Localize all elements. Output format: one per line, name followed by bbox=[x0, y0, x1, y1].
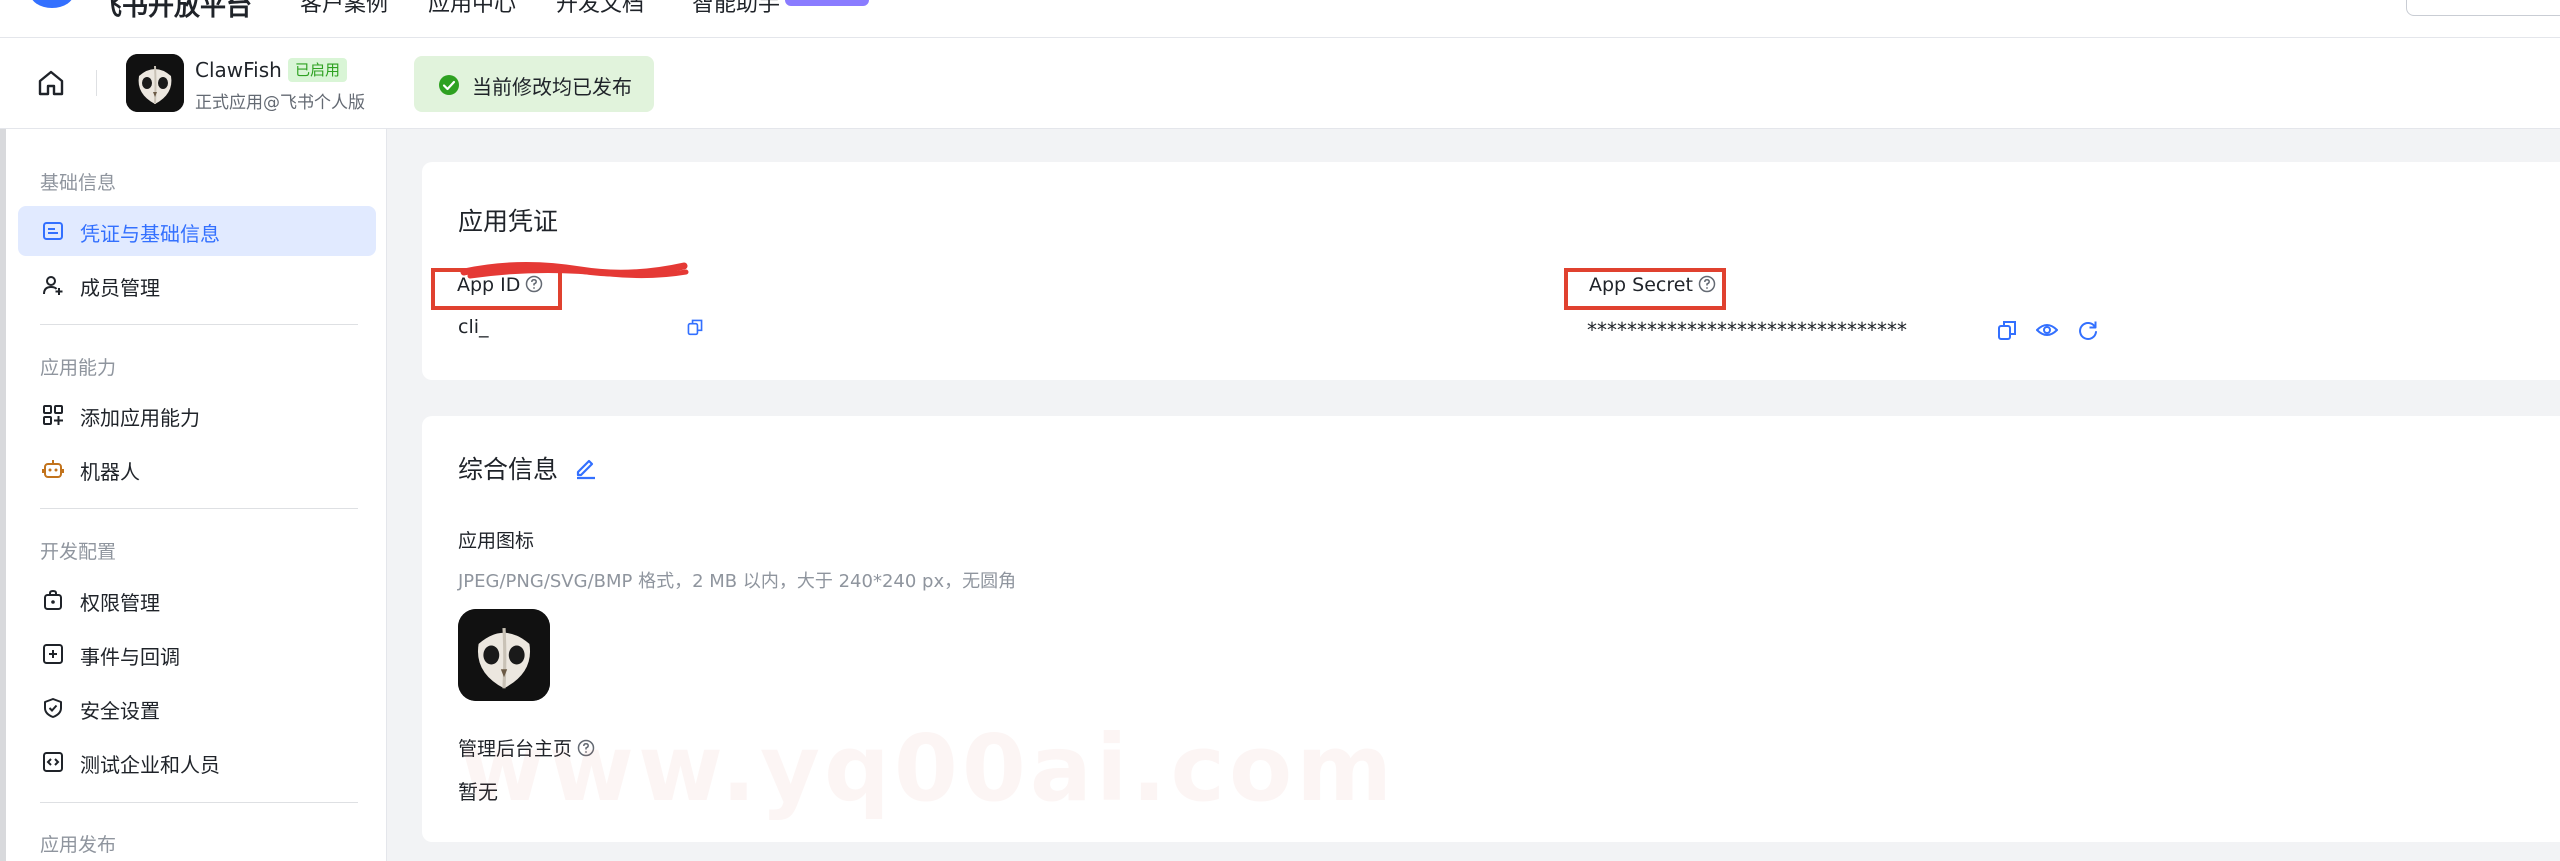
sidebar-item-label: 机器人 bbox=[80, 460, 140, 484]
copy-icon[interactable] bbox=[1996, 319, 2018, 341]
sidebar-section-dev-config: 开发配置 bbox=[40, 541, 117, 563]
publish-status-text: 当前修改均已发布 bbox=[472, 75, 632, 99]
app-id-value: cli_ bbox=[458, 316, 489, 338]
shield-icon bbox=[44, 698, 62, 718]
watermark: www.yq00ai.com bbox=[460, 715, 1397, 822]
sidebar-item-label: 成员管理 bbox=[80, 276, 160, 300]
sidebar-item-add-capability[interactable]: 添加应用能力 bbox=[18, 390, 376, 440]
brand-name[interactable]: 飞书开放平台 bbox=[96, 0, 252, 23]
app-avatar bbox=[126, 54, 184, 112]
app-secret-label: App Secret bbox=[1589, 274, 1716, 296]
code-icon bbox=[43, 752, 63, 772]
sidebar-divider bbox=[40, 324, 358, 325]
sidebar-divider bbox=[40, 802, 358, 803]
sidebar-item-label: 安全设置 bbox=[80, 699, 160, 723]
search-input[interactable] bbox=[2406, 0, 2560, 16]
owl-logo-icon bbox=[126, 54, 184, 112]
sidebar-section-capabilities: 应用能力 bbox=[40, 357, 117, 379]
top-nav: 飞书开放平台 客户案例 应用中心 开发文档 智能助手 bbox=[0, 0, 2560, 38]
header-divider bbox=[96, 70, 97, 96]
nav-item-docs[interactable]: 开发文档 bbox=[556, 0, 644, 18]
home-icon[interactable] bbox=[34, 66, 68, 100]
lock-icon bbox=[44, 589, 62, 610]
sidebar-item-security[interactable]: 安全设置 bbox=[18, 683, 376, 733]
nav-item-assistant[interactable]: 智能助手 bbox=[692, 0, 780, 18]
help-icon[interactable] bbox=[1698, 275, 1716, 293]
general-info-title: 综合信息 bbox=[458, 455, 559, 484]
event-icon bbox=[43, 644, 63, 664]
nav-item-app-center[interactable]: 应用中心 bbox=[428, 0, 516, 18]
sidebar-section-basic: 基础信息 bbox=[40, 172, 117, 194]
app-icon-label: 应用图标 bbox=[458, 530, 535, 552]
eye-icon[interactable] bbox=[2036, 319, 2058, 341]
sidebar: 基础信息 凭证与基础信息 成员管理 应用能力 添加应用能力 机器人 开发配置 权… bbox=[6, 129, 387, 861]
sidebar-item-credentials[interactable]: 凭证与基础信息 bbox=[18, 206, 376, 256]
sidebar-item-members[interactable]: 成员管理 bbox=[18, 260, 376, 310]
sidebar-item-robot[interactable]: 机器人 bbox=[18, 444, 376, 494]
app-icon-preview[interactable] bbox=[458, 609, 550, 701]
sidebar-item-permissions[interactable]: 权限管理 bbox=[18, 575, 376, 625]
app-subtitle: 正式应用@飞书个人版 bbox=[195, 93, 365, 113]
owl-logo-icon bbox=[458, 609, 550, 701]
sidebar-item-label: 添加应用能力 bbox=[80, 406, 200, 430]
sidebar-item-label: 事件与回调 bbox=[80, 645, 180, 669]
app-secret-value: ******************************** bbox=[1587, 318, 1907, 342]
sidebar-item-label: 测试企业和人员 bbox=[80, 753, 220, 777]
app-header: ClawFish 已启用 正式应用@飞书个人版 当前修改均已发布 bbox=[0, 38, 2560, 129]
nav-new-badge bbox=[785, 0, 869, 6]
app-icon-hint: JPEG/PNG/SVG/BMP 格式，2 MB 以内，大于 240*240 p… bbox=[458, 571, 1017, 592]
sidebar-item-events[interactable]: 事件与回调 bbox=[18, 629, 376, 679]
sidebar-item-label: 凭证与基础信息 bbox=[80, 222, 220, 246]
credentials-card: 应用凭证 App ID cli_ App Secret ************… bbox=[422, 162, 2560, 380]
robot-icon bbox=[42, 460, 64, 478]
sidebar-divider bbox=[40, 508, 358, 509]
check-circle-icon bbox=[439, 75, 459, 95]
grid-add-icon bbox=[43, 405, 63, 425]
status-badge: 已启用 bbox=[288, 58, 348, 82]
publish-status-banner: 当前修改均已发布 bbox=[414, 56, 654, 112]
copy-icon[interactable] bbox=[686, 318, 704, 336]
app-name: ClawFish bbox=[195, 58, 282, 82]
id-card-icon bbox=[43, 222, 63, 240]
sidebar-section-publish: 应用发布 bbox=[40, 834, 117, 856]
sidebar-item-label: 权限管理 bbox=[80, 591, 160, 615]
sidebar-item-test-tenants[interactable]: 测试企业和人员 bbox=[18, 737, 376, 787]
refresh-icon[interactable] bbox=[2077, 319, 2099, 341]
user-add-icon bbox=[43, 276, 63, 295]
edit-icon[interactable] bbox=[573, 454, 599, 480]
credentials-title: 应用凭证 bbox=[458, 207, 559, 236]
brand-logo[interactable] bbox=[30, 0, 74, 8]
redaction-scribble bbox=[460, 261, 689, 279]
nav-item-cases[interactable]: 客户案例 bbox=[300, 0, 388, 18]
